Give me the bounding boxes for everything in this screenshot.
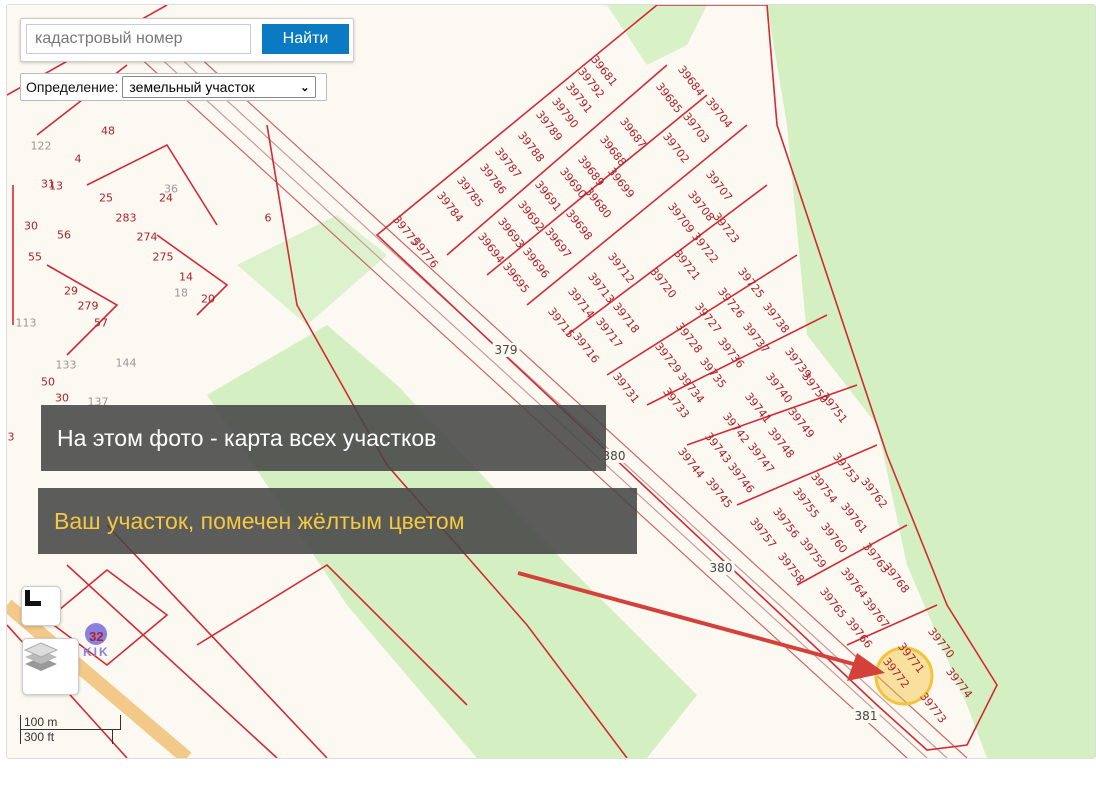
parcel-label[interactable]: 30 [55,392,69,405]
caption-banner-2: Ваш участок, помечен жёлтым цветом [38,488,637,554]
parcel-label[interactable]: 48 [101,125,115,138]
layers-button[interactable] [22,638,79,695]
forest-area [607,5,707,65]
parcel-label[interactable]: 275 [153,251,174,264]
poi-name: KIK [83,645,110,659]
definition-label: Определение: [26,79,119,95]
scale-metric: 100 m [20,715,121,730]
layers-icon [23,642,59,671]
parcel-label[interactable]: 31 [41,178,55,191]
area-label[interactable]: 379 [492,343,520,357]
parcel-label[interactable]: 279 [78,300,99,313]
definition-panel: Определение: земельный участок ⌄ [20,73,327,101]
parcel-label[interactable]: 274 [137,231,158,244]
search-panel: Найти [20,18,354,62]
scale-bar: 100 m 300 ft [20,715,121,744]
parcel-label[interactable]: 50 [41,376,55,389]
parcel-label[interactable]: 3 [8,431,15,444]
parcel-label[interactable]: 144 [116,357,137,370]
parcel-label[interactable]: 133 [56,359,77,372]
scale-imperial: 300 ft [20,730,113,744]
cadastral-map[interactable]: 39681 39792 39791 39790 39789 39788 39787 39786… [6,4,1096,759]
parcel-label[interactable]: 6 [265,212,272,225]
parcel-label[interactable]: 283 [116,212,137,225]
ruler-button[interactable] [21,586,61,626]
parcel-label[interactable]: 14 [179,271,193,284]
chevron-down-icon: ⌄ [300,81,310,94]
parcel-label[interactable]: 56 [57,229,71,242]
parcel-label[interactable]: 122 [31,140,52,153]
parcel-label[interactable]: 29 [64,285,78,298]
poi-number: 32 [89,629,104,644]
definition-select[interactable]: земельный участок ⌄ [122,76,317,98]
definition-selected: земельный участок [129,79,255,95]
parcel-label[interactable]: 30 [24,220,38,233]
caption-banner-1: На этом фото - карта всех участков [41,405,606,471]
parcel-label[interactable]: 113 [16,317,37,330]
parcel-label[interactable]: 57 [94,317,108,330]
caption-text-1: На этом фото - карта всех участков [57,424,437,451]
find-button[interactable]: Найти [262,24,349,54]
parcel-label[interactable]: 4 [75,153,82,166]
parcel-label[interactable]: 25 [99,192,113,205]
forest-area [237,215,387,325]
parcel-label[interactable]: 55 [28,251,42,264]
poi-marker[interactable]: 32 KIK [83,623,110,659]
cadastral-number-input[interactable] [26,24,251,54]
parcel-label[interactable]: 36 [164,183,178,196]
parcel-label[interactable]: 18 [174,287,188,300]
ruler-icon [25,590,41,606]
area-label[interactable]: 381 [852,709,880,723]
area-label[interactable]: 380 [707,561,735,575]
caption-text-2: Ваш участок, помечен жёлтым цветом [54,507,465,534]
parcel-label[interactable]: 20 [201,293,215,306]
